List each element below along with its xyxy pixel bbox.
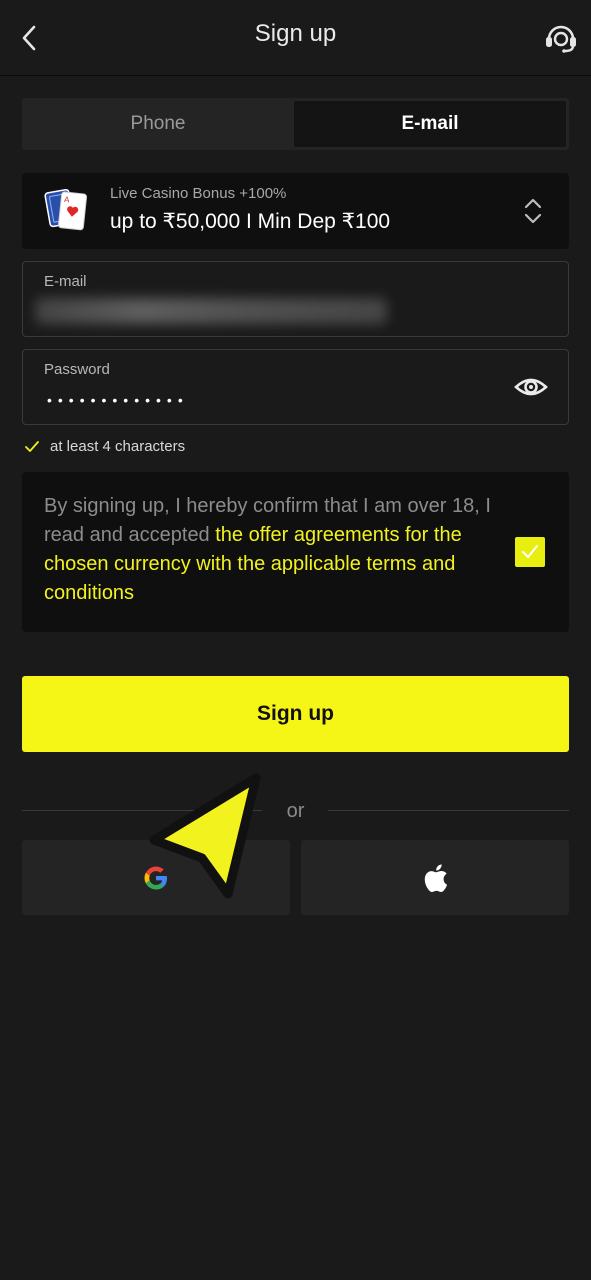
password-input[interactable]: ••••••••••••• (47, 392, 189, 408)
apple-signin-button[interactable] (301, 840, 569, 915)
signup-button[interactable]: Sign up (22, 676, 569, 752)
top-bar: Sign up (0, 0, 591, 76)
page-title: Sign up (254, 20, 337, 47)
tab-phone[interactable]: Phone (22, 98, 294, 150)
agreement-box: By signing up, I hereby confirm that I a… (22, 472, 569, 632)
agreement-text: By signing up, I hereby confirm that I a… (44, 492, 504, 608)
email-label: E-mail (44, 273, 87, 290)
eye-icon (514, 378, 548, 396)
bonus-description: up to ₹50,000 I Min Dep ₹100 (110, 210, 391, 233)
signup-screen: Sign up Phone E-mail A Live Casino Bonus… (0, 0, 591, 1280)
divider-line-right (328, 810, 569, 811)
apple-icon (424, 863, 448, 892)
tab-email[interactable]: E-mail (294, 101, 566, 147)
password-field[interactable]: Password ••••••••••••• (22, 349, 569, 425)
bonus-title: Live Casino Bonus +100% (110, 185, 287, 202)
divider-or-text: or (286, 800, 305, 822)
password-label: Password (44, 361, 110, 378)
signup-method-tabs: Phone E-mail (22, 98, 569, 150)
playing-cards-icon: A (44, 188, 88, 231)
password-hint: at least 4 characters (24, 438, 185, 455)
check-icon (25, 440, 39, 452)
email-input[interactable] (35, 296, 394, 330)
google-signin-button[interactable] (22, 840, 290, 915)
headset-support-icon (546, 25, 576, 53)
agreement-checkbox[interactable] (515, 537, 545, 567)
chevron-up-down-icon (524, 198, 542, 224)
email-field[interactable]: E-mail (22, 261, 569, 337)
toggle-password-visibility-button[interactable] (514, 372, 548, 402)
bonus-selector[interactable]: A Live Casino Bonus +100% up to ₹50,000 … (22, 173, 569, 249)
check-icon (522, 545, 538, 558)
support-button[interactable] (541, 18, 581, 58)
google-icon (144, 866, 167, 889)
password-hint-text: at least 4 characters (50, 438, 186, 455)
